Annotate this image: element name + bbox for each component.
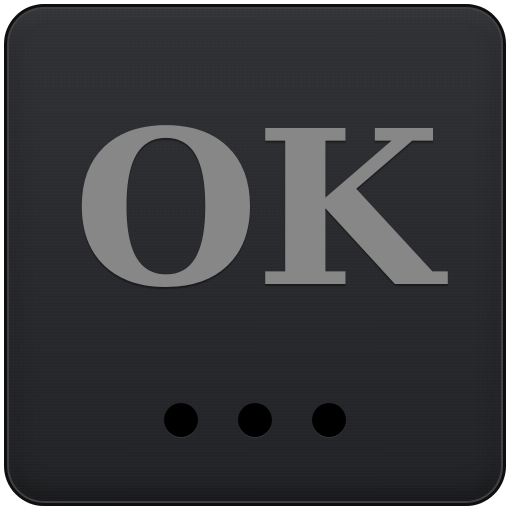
dot-icon	[312, 403, 346, 437]
more-dots-indicator	[7, 403, 503, 439]
dot-icon	[164, 403, 198, 437]
dot-icon	[238, 403, 272, 437]
ok-app-icon[interactable]: OK	[4, 4, 506, 506]
ok-label: OK	[72, 84, 441, 335]
